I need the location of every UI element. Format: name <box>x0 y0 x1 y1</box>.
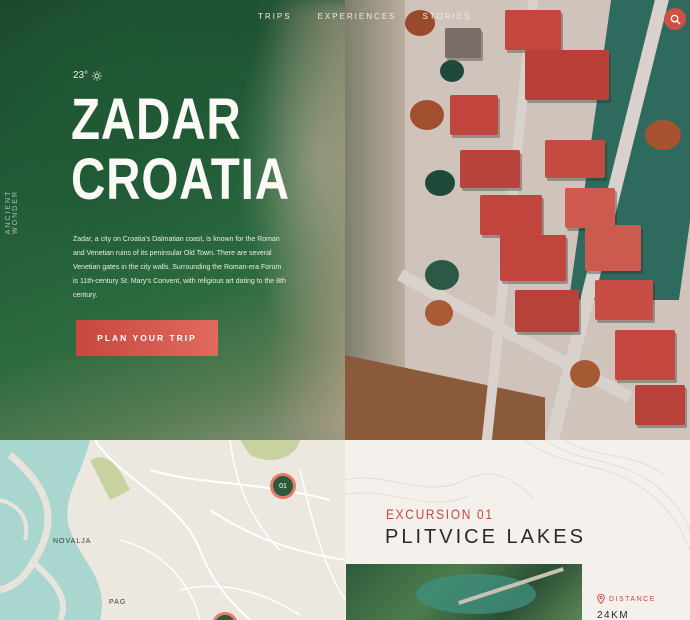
excursion-title: PLITVICE LAKES <box>385 526 586 548</box>
distance-label-row: DISTANCE <box>597 594 656 604</box>
temperature: 23° <box>73 70 102 81</box>
plan-trip-button[interactable]: PLAN YOUR TRIP <box>76 320 218 356</box>
page-title: ZADAR CROATIA <box>71 90 290 210</box>
main-nav: TRIPS EXPERIENCES STORIES <box>258 12 471 21</box>
distance-label: DISTANCE <box>609 595 656 603</box>
title-line-1: ZADAR <box>71 87 242 152</box>
side-label: ANCIENT WONDER <box>5 189 19 235</box>
title-line-2: CROATIA <box>71 147 290 212</box>
map-marker-01[interactable]: 01 <box>270 473 296 499</box>
hero-description: Zadar, a city on Croatia's Dalmatian coa… <box>73 236 286 299</box>
search-icon <box>670 14 681 25</box>
map-label-pag: PAG <box>109 599 127 606</box>
map-canvas <box>0 440 345 620</box>
temperature-value: 23° <box>73 70 89 81</box>
excursion-number: EXCURSION 01 <box>386 506 494 522</box>
hero-forest-image <box>0 0 385 440</box>
hero-aerial-photo <box>345 0 690 440</box>
map-pin-icon <box>597 594 605 604</box>
nav-experiences[interactable]: EXPERIENCES <box>318 12 397 21</box>
sun-icon <box>92 70 102 81</box>
nav-trips[interactable]: TRIPS <box>258 12 292 21</box>
distance-value: 24KM <box>597 610 630 620</box>
hero-section: TRIPS EXPERIENCES STORIES ANCIENT WONDER… <box>0 0 690 440</box>
excursion-panel: EXCURSION 01 PLITVICE LAKES DISTANCE 24K… <box>345 440 690 620</box>
search-button[interactable] <box>664 8 686 30</box>
page: TRIPS EXPERIENCES STORIES ANCIENT WONDER… <box>0 0 690 620</box>
map-label-novalja: NOVALJA <box>53 538 92 545</box>
nav-stories[interactable]: STORIES <box>422 12 471 21</box>
excursion-photo <box>346 564 582 620</box>
map-panel[interactable]: NOVALJA PAG 01 <box>0 440 345 620</box>
